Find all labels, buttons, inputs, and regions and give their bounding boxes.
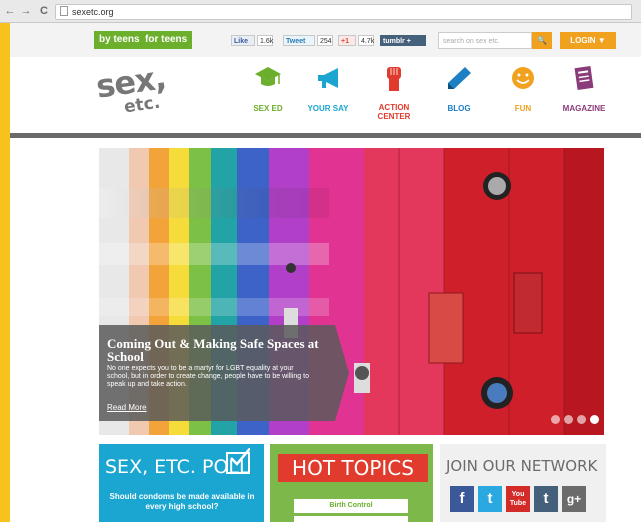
megaphone-icon xyxy=(318,68,338,88)
reload-icon[interactable]: C xyxy=(38,5,50,17)
top-bar: by teens for teens Like 1.6k Tweet 254 +… xyxy=(10,23,641,57)
search-icon: 🔍 xyxy=(537,36,547,45)
hot-topics-title: HOT TOPICS xyxy=(292,456,414,480)
by-teens-badge[interactable]: by teens xyxy=(94,31,145,49)
hero-caption: Coming Out & Making Safe Spaces at Schoo… xyxy=(99,325,349,421)
browser-toolbar: ← → C sexetc.org xyxy=(0,0,641,23)
hot-topic-link[interactable]: Birth Control xyxy=(294,499,408,513)
site-header: sex, etc. SEX ED YOUR SAY ACTION CENTER … xyxy=(10,57,641,133)
tumblr-icon[interactable]: t xyxy=(534,486,558,512)
gplus-button[interactable]: +1 xyxy=(338,35,356,46)
search-button[interactable]: 🔍 xyxy=(532,32,552,49)
twitter-icon[interactable]: t xyxy=(478,486,502,512)
hot-topic-link[interactable] xyxy=(294,516,408,522)
nav-label: YOUR SAY xyxy=(307,104,349,113)
tumblr-follow-button[interactable]: tumblr + xyxy=(380,35,426,46)
nav-action-center[interactable]: ACTION CENTER xyxy=(368,65,420,129)
nav-label: MAGAZINE xyxy=(562,104,606,113)
website: by teens for teens Like 1.6k Tweet 254 +… xyxy=(10,23,641,522)
nav-blog[interactable]: BLOG xyxy=(433,65,485,129)
facebook-like-count: 1.6k xyxy=(257,35,273,46)
facebook-like-button[interactable]: Like xyxy=(231,35,255,46)
poll-question: Should condoms be made available in ever… xyxy=(109,492,255,511)
google-plus-icon[interactable]: g+ xyxy=(562,486,586,512)
checkbox-icon xyxy=(226,448,250,474)
slide-dot-4[interactable] xyxy=(590,415,599,424)
tweet-button[interactable]: Tweet xyxy=(283,35,315,46)
raised-fist-icon xyxy=(387,67,401,91)
logo-sub-text: etc. xyxy=(122,92,162,118)
address-bar[interactable]: sexetc.org xyxy=(55,4,632,20)
nav-label: FUN xyxy=(514,104,532,113)
hot-topics-box: HOT TOPICS Birth Control xyxy=(270,444,433,522)
caption-arrow xyxy=(335,325,349,421)
slide-dot-3[interactable] xyxy=(577,415,586,424)
forward-icon[interactable]: → xyxy=(20,5,32,17)
page-icon xyxy=(60,6,68,16)
read-more-link[interactable]: Read More xyxy=(107,403,147,412)
url-text: sexetc.org xyxy=(72,7,114,17)
nav-label: SEX ED xyxy=(253,104,283,113)
facebook-like-label: Like xyxy=(234,38,249,45)
join-network-box: JOIN OUR NETWORK f t You Tube t g+ xyxy=(440,444,606,522)
nav-magazine[interactable]: MAGAZINE xyxy=(558,65,610,129)
magazine-icon xyxy=(574,65,594,91)
graduation-cap-icon xyxy=(255,67,281,86)
hot-topics-ribbon: HOT TOPICS xyxy=(278,454,428,482)
nav-label: ACTION CENTER xyxy=(377,103,411,121)
search-input[interactable]: search on sex etc. xyxy=(438,32,532,49)
nav-sex-ed[interactable]: SEX ED xyxy=(242,65,294,129)
nav-label: BLOG xyxy=(447,104,471,113)
pencil-icon xyxy=(448,67,471,89)
hero-slider[interactable]: Coming Out & Making Safe Spaces at Schoo… xyxy=(99,148,604,435)
sex-etc-logo[interactable]: sex, etc. xyxy=(94,58,168,121)
facebook-icon[interactable]: f xyxy=(450,486,474,512)
youtube-icon[interactable]: You Tube xyxy=(506,486,530,512)
poll-box[interactable]: SEX, ETC. POLL Should condoms be made av… xyxy=(99,444,264,522)
header-divider xyxy=(10,133,641,138)
browser-window: ← → C sexetc.org by teens for teens Like… xyxy=(0,0,641,522)
network-title: JOIN OUR NETWORK xyxy=(446,457,598,475)
slide-dot-2[interactable] xyxy=(564,415,573,424)
hero-title[interactable]: Coming Out & Making Safe Spaces at Schoo… xyxy=(107,337,335,363)
hero-body: No one expects you to be a martyr for LG… xyxy=(107,365,309,388)
tweet-count: 254 xyxy=(317,35,333,46)
nav-fun[interactable]: FUN xyxy=(497,65,549,129)
back-icon[interactable]: ← xyxy=(4,5,16,17)
login-button[interactable]: LOGIN ▼ xyxy=(560,32,616,49)
gplus-count: 4.7k xyxy=(358,35,374,46)
for-teens-badge[interactable]: for teens xyxy=(140,31,193,49)
smiley-icon xyxy=(512,67,534,89)
slide-dot-1[interactable] xyxy=(551,415,560,424)
nav-your-say[interactable]: YOUR SAY xyxy=(302,65,354,129)
